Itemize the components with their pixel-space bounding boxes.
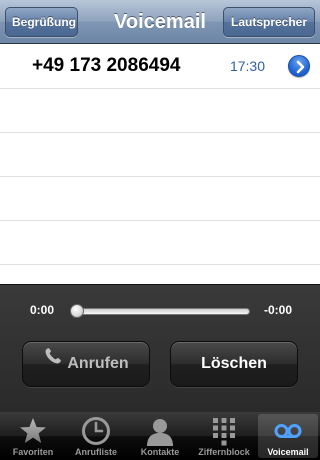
tab-label: Favoriten [12,447,54,457]
voicemail-time: 17:30 [229,58,265,74]
tab-label: Anrufliste [74,447,117,457]
detail-disclosure-icon[interactable] [288,55,310,77]
tab-label: Kontakte [140,447,180,457]
tab-recents[interactable]: Anrufliste [66,414,126,458]
empty-row [0,221,320,265]
tab-label: Voicemail [267,447,309,457]
remaining-time: -0:00 [263,303,292,317]
call-button[interactable]: Anrufen [22,341,150,387]
voicemail-icon [273,416,303,446]
caller-number: +49 173 2086494 [32,55,181,76]
tab-contacts[interactable]: Kontakte [130,414,190,458]
elapsed-time: 0:00 [30,303,55,317]
greeting-button[interactable]: Begrüßung [5,7,78,37]
voicemail-row[interactable]: +49 173 2086494 17:30 [0,44,320,89]
empty-row [0,89,320,133]
tab-voicemail[interactable]: Voicemail [258,414,318,458]
contact-icon [145,416,175,446]
scrubber-track[interactable] [74,308,250,315]
tab-bar: Favoriten Anrufliste Kontakte Ziffernblo… [0,412,320,460]
keypad-icon [209,416,239,446]
empty-row [0,177,320,221]
playback-panel: 0:00 -0:00 Anrufen Löschen [0,284,320,412]
clock-icon [81,416,111,446]
navigation-bar: Voicemail Begrüßung Lautsprecher [0,0,320,44]
tab-label: Ziffernblock [198,447,250,457]
tab-favorites[interactable]: Favoriten [3,414,63,458]
call-button-label: Anrufen [67,355,129,372]
speaker-button[interactable]: Lautsprecher [223,7,315,37]
phone-icon [43,340,63,384]
star-icon [18,416,48,446]
scrubber-knob[interactable] [70,304,84,318]
tab-keypad[interactable]: Ziffernblock [194,414,254,458]
delete-button[interactable]: Löschen [170,341,298,387]
voicemail-list: +49 173 2086494 17:30 [0,44,320,284]
empty-row [0,133,320,177]
